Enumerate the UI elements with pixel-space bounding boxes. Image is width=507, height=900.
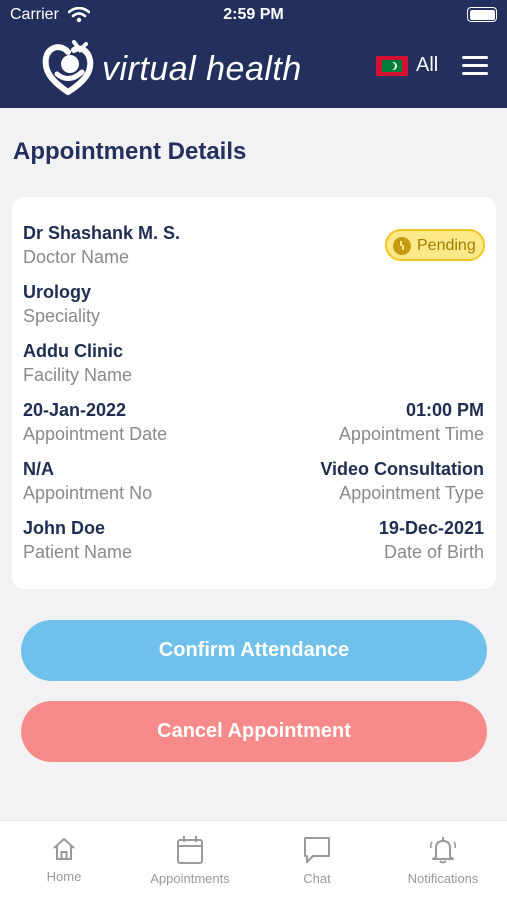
tab-notifications-label: Notifications: [407, 871, 479, 886]
language-selector[interactable]: All: [416, 54, 438, 77]
page-title: Appointment Details: [13, 138, 247, 165]
clock: 2:59 PM: [223, 6, 284, 23]
brand-logo: virtual health: [40, 38, 340, 98]
dob-value: 19-Dec-2021: [378, 518, 484, 538]
tab-bar: Home Appointments Chat Notifications: [0, 820, 507, 900]
confirm-attendance-button[interactable]: Confirm Attendance: [21, 620, 487, 681]
appointment-time-value: 01:00 PM: [405, 400, 484, 420]
appointment-type-value: Video Consultation: [320, 459, 484, 479]
tab-home[interactable]: Home: [1, 835, 127, 884]
facility-label: Facility Name: [23, 365, 133, 385]
calendar-icon: [177, 836, 203, 864]
appointment-type-field: Video Consultation Appointment Type: [320, 459, 484, 504]
status-bar: Carrier 2:59 PM: [0, 0, 507, 30]
appointment-no-field: N/A Appointment No: [23, 459, 152, 504]
tab-appointments[interactable]: Appointments: [127, 835, 253, 886]
maldives-flag-icon[interactable]: [376, 56, 408, 76]
appointment-date-value: 20-Jan-2022: [23, 400, 127, 420]
doctor-name-label: Doctor Name: [23, 247, 130, 267]
dob-label: Date of Birth: [383, 542, 484, 562]
clock-icon: [393, 237, 411, 255]
appointment-date-label: Appointment Date: [23, 424, 168, 444]
hamburger-menu-icon[interactable]: [462, 56, 488, 76]
tab-chat[interactable]: Chat: [254, 835, 380, 886]
speciality-label: Speciality: [23, 306, 101, 326]
appointment-no-value: N/A: [23, 459, 54, 479]
speciality-field: Urology Speciality: [23, 282, 100, 327]
appointment-date-field: 20-Jan-2022 Appointment Date: [23, 400, 167, 445]
bell-icon: [429, 837, 457, 864]
patient-name-value: John Doe: [23, 518, 106, 538]
appointment-no-label: Appointment No: [23, 483, 153, 503]
tab-notifications[interactable]: Notifications: [380, 835, 506, 886]
tab-home-label: Home: [46, 869, 82, 884]
facility-field: Addu Clinic Facility Name: [23, 341, 132, 386]
dob-field: 19-Dec-2021 Date of Birth: [379, 518, 484, 563]
doctor-name-value: Dr Shashank M. S.: [23, 223, 181, 243]
app-header: Carrier 2:59 PM virtual health All: [0, 0, 507, 108]
tab-appointments-label: Appointments: [150, 871, 230, 886]
appointment-time-field: 01:00 PM Appointment Time: [339, 400, 484, 445]
speciality-value: Urology: [23, 282, 92, 302]
cancel-appointment-button[interactable]: Cancel Appointment: [21, 701, 487, 762]
appointment-time-label: Appointment Time: [338, 424, 484, 444]
appointment-type-label: Appointment Type: [339, 483, 484, 503]
patient-name-label: Patient Name: [23, 542, 133, 562]
brand-name: virtual health: [102, 50, 302, 88]
doctor-name-field: Dr Shashank M. S. Doctor Name: [23, 223, 180, 268]
status-badge: Pending: [385, 229, 485, 261]
battery-icon: [467, 7, 497, 22]
tab-chat-label: Chat: [303, 871, 331, 886]
patient-name-field: John Doe Patient Name: [23, 518, 132, 563]
status-label: Pending: [417, 237, 476, 254]
home-icon: [53, 838, 75, 860]
facility-value: Addu Clinic: [23, 341, 123, 361]
heart-logo-icon: [42, 40, 94, 95]
chat-icon: [304, 837, 330, 863]
